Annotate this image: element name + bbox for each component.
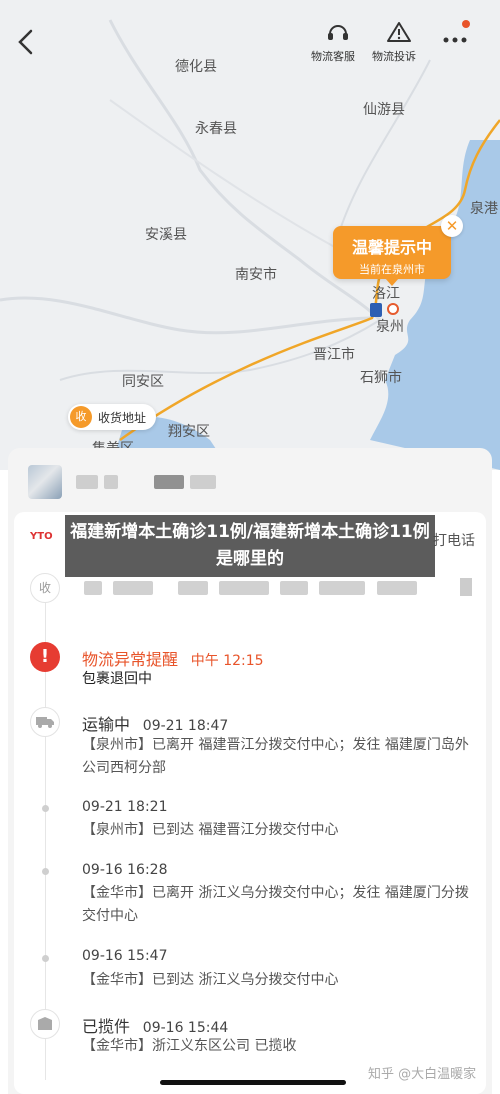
tip-callout[interactable]: 温馨提示中 当前在泉州市	[333, 226, 451, 286]
article-title-overlay: 福建新增本土确诊11例/福建新增本土确诊11例是哪里的	[65, 515, 435, 577]
event-time: 09-16 15:44	[142, 1020, 229, 1036]
event-detail: 【金华市】已到达 浙江义乌分拨交付中心	[82, 972, 339, 988]
call-button[interactable]: 打电话	[433, 530, 475, 550]
event-detail: 【泉州市】已离开 福建晋江分拨交付中心；发往 福建厦门岛外公司西柯分部	[82, 737, 469, 776]
complaint-label[interactable]: 物流投诉	[372, 48, 416, 64]
event-detail: 【金华市】浙江义东区公司 已揽收	[82, 1038, 297, 1054]
more-icon[interactable]	[440, 18, 474, 48]
place-label: 石狮市	[360, 370, 402, 386]
home-indicator[interactable]	[160, 1080, 346, 1085]
event-header: 已揽件 09-16 15:44	[82, 1013, 228, 1037]
alert-status: 物流异常提醒	[82, 650, 179, 669]
receive-badge: 收	[70, 406, 92, 428]
timeline-line	[45, 600, 46, 1080]
event-detail: 【金华市】已离开 浙江义乌分拨交付中心；发往 福建厦门分拨交付中心	[82, 885, 469, 924]
place-label: 德化县	[175, 59, 217, 75]
event-header: 运输中 09-21 18:47	[82, 711, 228, 735]
place-label: 洛江	[372, 286, 400, 302]
service-label[interactable]: 物流客服	[311, 48, 355, 64]
truck-icon	[30, 707, 60, 737]
blurred-text	[104, 475, 118, 489]
place-label: 同安区	[122, 374, 164, 390]
timeline-dot	[42, 805, 49, 812]
place-label: 安溪县	[145, 227, 187, 243]
blurred-text	[154, 475, 184, 489]
alert-time: 中午 12:15	[190, 653, 264, 669]
package-row[interactable]	[28, 462, 222, 502]
collect-node: 收	[30, 573, 60, 603]
event-time: 09-21 18:21	[82, 799, 168, 815]
timeline-dot	[42, 868, 49, 875]
place-label: 永春县	[195, 121, 237, 137]
warning-icon[interactable]	[386, 20, 412, 44]
event-time: 09-16 15:47	[82, 948, 168, 964]
place-label: 南安市	[235, 267, 277, 283]
receive-label: 收货地址	[98, 410, 147, 425]
event-status: 运输中	[82, 715, 131, 734]
place-label: 翔安区	[168, 424, 210, 440]
back-icon[interactable]	[16, 28, 36, 56]
headset-icon[interactable]	[325, 20, 351, 44]
alert-header: 物流异常提醒 中午 12:15	[82, 646, 264, 670]
event-detail: 【泉州市】已到达 福建晋江分拨交付中心	[82, 822, 339, 838]
callout-title: 温馨提示中	[351, 238, 432, 257]
blurred-courier-info	[84, 580, 423, 599]
blurred-text	[460, 578, 472, 596]
event-status: 已揽件	[82, 1017, 131, 1036]
alert-detail: 包裹退回中	[82, 671, 152, 687]
place-label: 仙游县	[363, 102, 405, 118]
map-view[interactable]: 德化县 仙游县 永春县 泉港 安溪县 南安市 洛江 泉州 晋江市 石狮市 同安区…	[0, 0, 500, 470]
blurred-text	[76, 475, 98, 489]
timeline-dot	[42, 955, 49, 962]
courier-logo: YTO	[30, 524, 64, 550]
receive-address-chip[interactable]: 收 收货地址	[68, 404, 157, 430]
blurred-text	[190, 475, 216, 489]
event-time: 09-16 16:28	[82, 862, 168, 878]
place-label: 泉州	[376, 319, 404, 335]
callout-subtitle: 当前在泉州市	[359, 263, 425, 276]
package-thumbnail	[28, 465, 62, 499]
package-icon	[30, 1009, 60, 1039]
close-icon[interactable]: ✕	[441, 215, 463, 237]
place-label: 晋江市	[313, 347, 355, 363]
place-label: 泉港	[470, 201, 498, 217]
event-time: 09-21 18:47	[142, 718, 229, 734]
alert-icon: !	[30, 642, 60, 672]
source-watermark: 知乎 @大白温暖家	[368, 1067, 477, 1082]
